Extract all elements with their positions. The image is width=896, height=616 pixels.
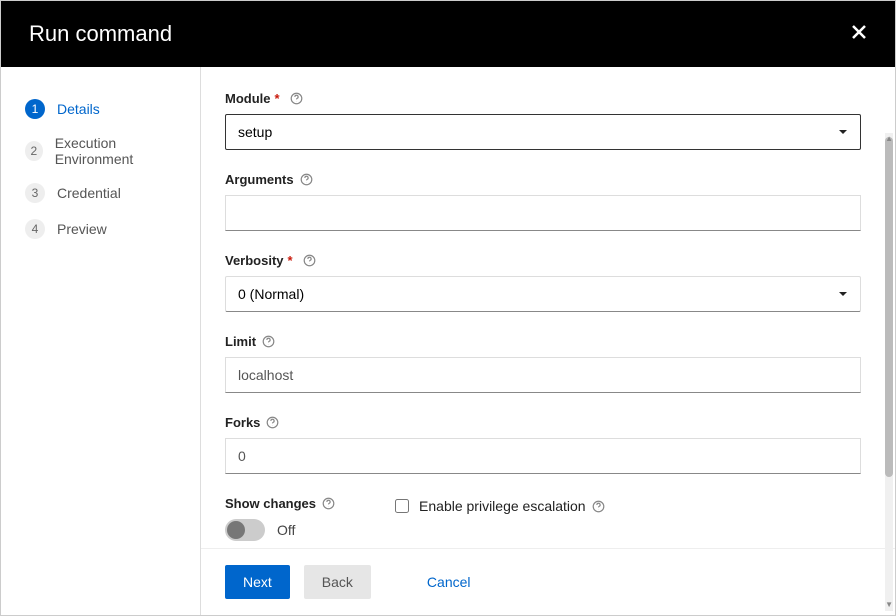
back-button[interactable]: Back bbox=[304, 565, 371, 599]
step-number: 2 bbox=[25, 141, 43, 161]
enable-privilege-label: Enable privilege escalation bbox=[419, 498, 586, 514]
arguments-label: Arguments bbox=[225, 172, 294, 187]
forks-label: Forks bbox=[225, 415, 260, 430]
forks-input[interactable] bbox=[225, 438, 861, 474]
toggle-knob bbox=[227, 521, 245, 539]
show-changes-toggle[interactable] bbox=[225, 519, 265, 541]
field-limit: Limit bbox=[225, 334, 861, 393]
modal-title: Run command bbox=[29, 21, 172, 47]
field-verbosity: Verbosity * 0 (Normal) bbox=[225, 253, 861, 312]
module-select[interactable]: setup bbox=[225, 114, 861, 150]
required-indicator: * bbox=[288, 253, 293, 268]
limit-label: Limit bbox=[225, 334, 256, 349]
help-icon[interactable] bbox=[303, 254, 316, 267]
help-icon[interactable] bbox=[266, 416, 279, 429]
enable-privilege-checkbox[interactable] bbox=[395, 499, 409, 513]
limit-input[interactable] bbox=[225, 357, 861, 393]
step-label: Credential bbox=[57, 185, 121, 201]
step-number: 1 bbox=[25, 99, 45, 119]
step-credential[interactable]: 3 Credential bbox=[19, 175, 188, 211]
help-icon[interactable] bbox=[290, 92, 303, 105]
field-forks: Forks bbox=[225, 415, 861, 474]
module-value: setup bbox=[238, 124, 272, 140]
modal-header: Run command bbox=[1, 1, 895, 67]
help-icon[interactable] bbox=[262, 335, 275, 348]
step-preview[interactable]: 4 Preview bbox=[19, 211, 188, 247]
field-enable-privilege: Enable privilege escalation bbox=[395, 498, 605, 514]
field-arguments: Arguments bbox=[225, 172, 861, 231]
form-panel: Module * setup Arguments bbox=[201, 67, 895, 548]
step-number: 3 bbox=[25, 183, 45, 203]
required-indicator: * bbox=[275, 91, 280, 106]
cancel-button[interactable]: Cancel bbox=[409, 565, 489, 599]
chevron-down-icon bbox=[838, 286, 848, 302]
verbosity-value: 0 (Normal) bbox=[238, 286, 304, 302]
field-module: Module * setup bbox=[225, 91, 861, 150]
help-icon[interactable] bbox=[322, 497, 335, 510]
chevron-down-icon bbox=[838, 124, 848, 140]
wizard-footer: Next Back Cancel bbox=[201, 548, 895, 615]
step-details[interactable]: 1 Details bbox=[19, 91, 188, 127]
toggle-state-label: Off bbox=[277, 522, 295, 538]
step-number: 4 bbox=[25, 219, 45, 239]
field-show-changes: Show changes Off bbox=[225, 496, 335, 541]
show-changes-label: Show changes bbox=[225, 496, 316, 511]
verbosity-label: Verbosity bbox=[225, 253, 284, 268]
help-icon[interactable] bbox=[300, 173, 313, 186]
step-label: Execution Environment bbox=[55, 135, 182, 167]
next-button[interactable]: Next bbox=[225, 565, 290, 599]
scrollbar-thumb[interactable] bbox=[885, 137, 893, 477]
wizard-steps-sidebar: 1 Details 2 Execution Environment 3 Cred… bbox=[1, 67, 201, 615]
step-label: Details bbox=[57, 101, 100, 117]
step-execution-environment[interactable]: 2 Execution Environment bbox=[19, 127, 188, 175]
scroll-up-arrow[interactable]: ▲ bbox=[885, 134, 893, 143]
scroll-down-arrow[interactable]: ▼ bbox=[885, 600, 893, 609]
field-row-changes-priv: Show changes Off Enable privilege bbox=[225, 496, 861, 541]
arguments-input[interactable] bbox=[225, 195, 861, 231]
close-icon[interactable] bbox=[851, 24, 867, 45]
module-label: Module bbox=[225, 91, 271, 106]
verbosity-select[interactable]: 0 (Normal) bbox=[225, 276, 861, 312]
help-icon[interactable] bbox=[592, 500, 605, 513]
step-label: Preview bbox=[57, 221, 107, 237]
